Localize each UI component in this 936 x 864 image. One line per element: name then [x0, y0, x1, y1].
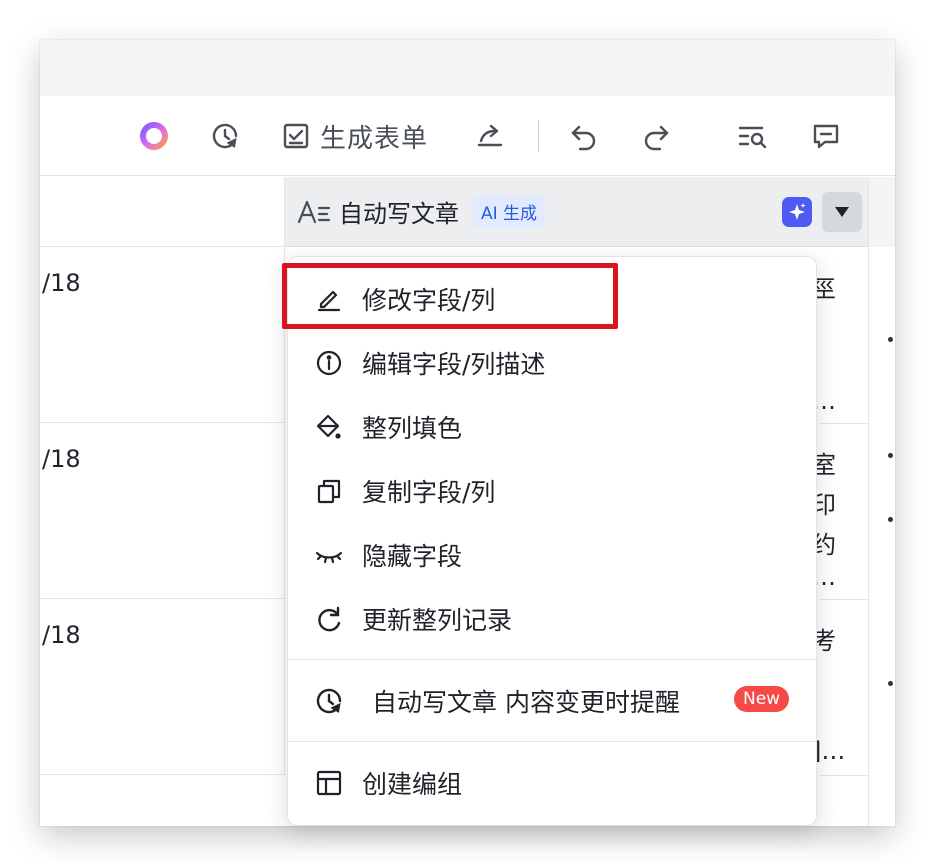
form-checkbox-icon	[283, 123, 309, 149]
menu-item-duplicate-field[interactable]: 复制字段/列	[288, 463, 816, 519]
clock-reminder-icon	[314, 686, 344, 716]
history-icon	[212, 123, 238, 149]
comment-icon	[813, 124, 839, 149]
column-header-auto-article[interactable]: 自动写文章 AI 生成	[285, 177, 868, 247]
menu-item-change-reminder[interactable]: 自动写文章 内容变更时提醒 New	[288, 673, 816, 729]
table-row[interactable]: /18	[40, 599, 285, 775]
generate-form-label: 生成表单	[320, 123, 429, 154]
column-header-date[interactable]	[40, 177, 285, 247]
row-marker-dot	[888, 681, 893, 686]
menu-item-label: 整列填色	[362, 414, 463, 443]
new-badge: New	[734, 686, 790, 712]
column-header-next[interactable]	[868, 177, 895, 247]
menu-item-label: 更新整列记录	[362, 606, 513, 635]
refresh-icon	[314, 604, 344, 634]
row-date-cell: /18	[42, 621, 81, 649]
ai-assistant-button[interactable]	[136, 118, 172, 154]
menu-divider	[288, 741, 816, 742]
history-button[interactable]	[207, 118, 243, 154]
menu-item-update-column-records[interactable]: 更新整列记录	[288, 591, 816, 647]
next-column-cells	[868, 247, 895, 826]
edit-pencil-icon	[314, 284, 344, 314]
share-button[interactable]	[472, 118, 508, 154]
toolbar: 生成表单	[40, 96, 895, 176]
menu-divider	[288, 659, 816, 660]
undo-button[interactable]	[566, 118, 602, 154]
cell-text-fragment: …	[812, 563, 836, 591]
menu-item-edit-description[interactable]: 编辑字段/列描述	[288, 335, 816, 391]
cell-text-fragment: 印	[812, 491, 836, 519]
undo-icon	[571, 125, 596, 151]
ai-magic-button[interactable]	[782, 197, 812, 227]
find-button[interactable]	[734, 118, 770, 154]
sparkle-icon	[789, 203, 806, 220]
field-name: 自动写文章	[339, 200, 459, 228]
ai-generated-badge: AI 生成	[473, 195, 546, 228]
ai-assistant-icon	[140, 122, 168, 150]
row-marker-dot	[888, 337, 893, 342]
menu-item-label: 编辑字段/列描述	[362, 350, 546, 379]
row-date-cell: /18	[42, 269, 81, 297]
eye-closed-icon	[314, 540, 344, 570]
title-strip	[40, 40, 895, 96]
row-marker-dot	[888, 517, 893, 522]
cell-text-fragment: ]…	[812, 737, 846, 765]
info-circle-icon	[314, 348, 344, 378]
row-divider	[820, 599, 868, 600]
cell-text-fragment: 室	[812, 451, 836, 479]
menu-item-create-group[interactable]: 创建编组	[288, 755, 816, 811]
paint-bucket-icon	[314, 412, 344, 442]
row-date-cell: /18	[42, 445, 81, 473]
group-layout-icon	[314, 768, 344, 798]
row-divider	[820, 775, 868, 776]
column-menu-dropdown-button[interactable]	[822, 192, 862, 232]
menu-item-label: 自动写文章 内容变更时提醒	[372, 688, 680, 717]
cell-text-fragment: 考	[812, 627, 836, 655]
toolbar-divider	[538, 120, 539, 152]
cell-text-fragment: 约	[812, 531, 836, 559]
menu-item-label: 创建编组	[362, 770, 463, 799]
redo-icon	[644, 125, 669, 151]
menu-item-fill-column-color[interactable]: 整列填色	[288, 399, 816, 455]
menu-item-hide-field[interactable]: 隐藏字段	[288, 527, 816, 583]
menu-item-edit-field[interactable]: 修改字段/列	[288, 271, 816, 327]
share-icon	[477, 124, 503, 147]
menu-item-label: 隐藏字段	[362, 542, 463, 571]
cell-text-fragment: 巠	[812, 275, 836, 303]
comment-button[interactable]	[808, 118, 844, 154]
text-field-icon	[297, 197, 331, 227]
generate-form-button[interactable]: 生成表单	[282, 118, 442, 154]
table-row[interactable]: /18	[40, 423, 285, 599]
row-divider	[820, 423, 868, 424]
row-marker-dot	[888, 453, 893, 458]
redo-button[interactable]	[638, 118, 674, 154]
cell-text-fragment: …	[812, 387, 836, 415]
caret-down-icon	[835, 207, 849, 217]
menu-item-label: 复制字段/列	[362, 478, 496, 507]
table-row[interactable]: /18	[40, 247, 285, 423]
find-icon	[738, 126, 767, 149]
column-context-menu: 修改字段/列 编辑字段/列描述 整列填色 复制字段/列 隐藏字段 更新整列记录 …	[287, 256, 817, 826]
copy-icon	[314, 476, 344, 506]
menu-item-label: 修改字段/列	[362, 286, 496, 315]
